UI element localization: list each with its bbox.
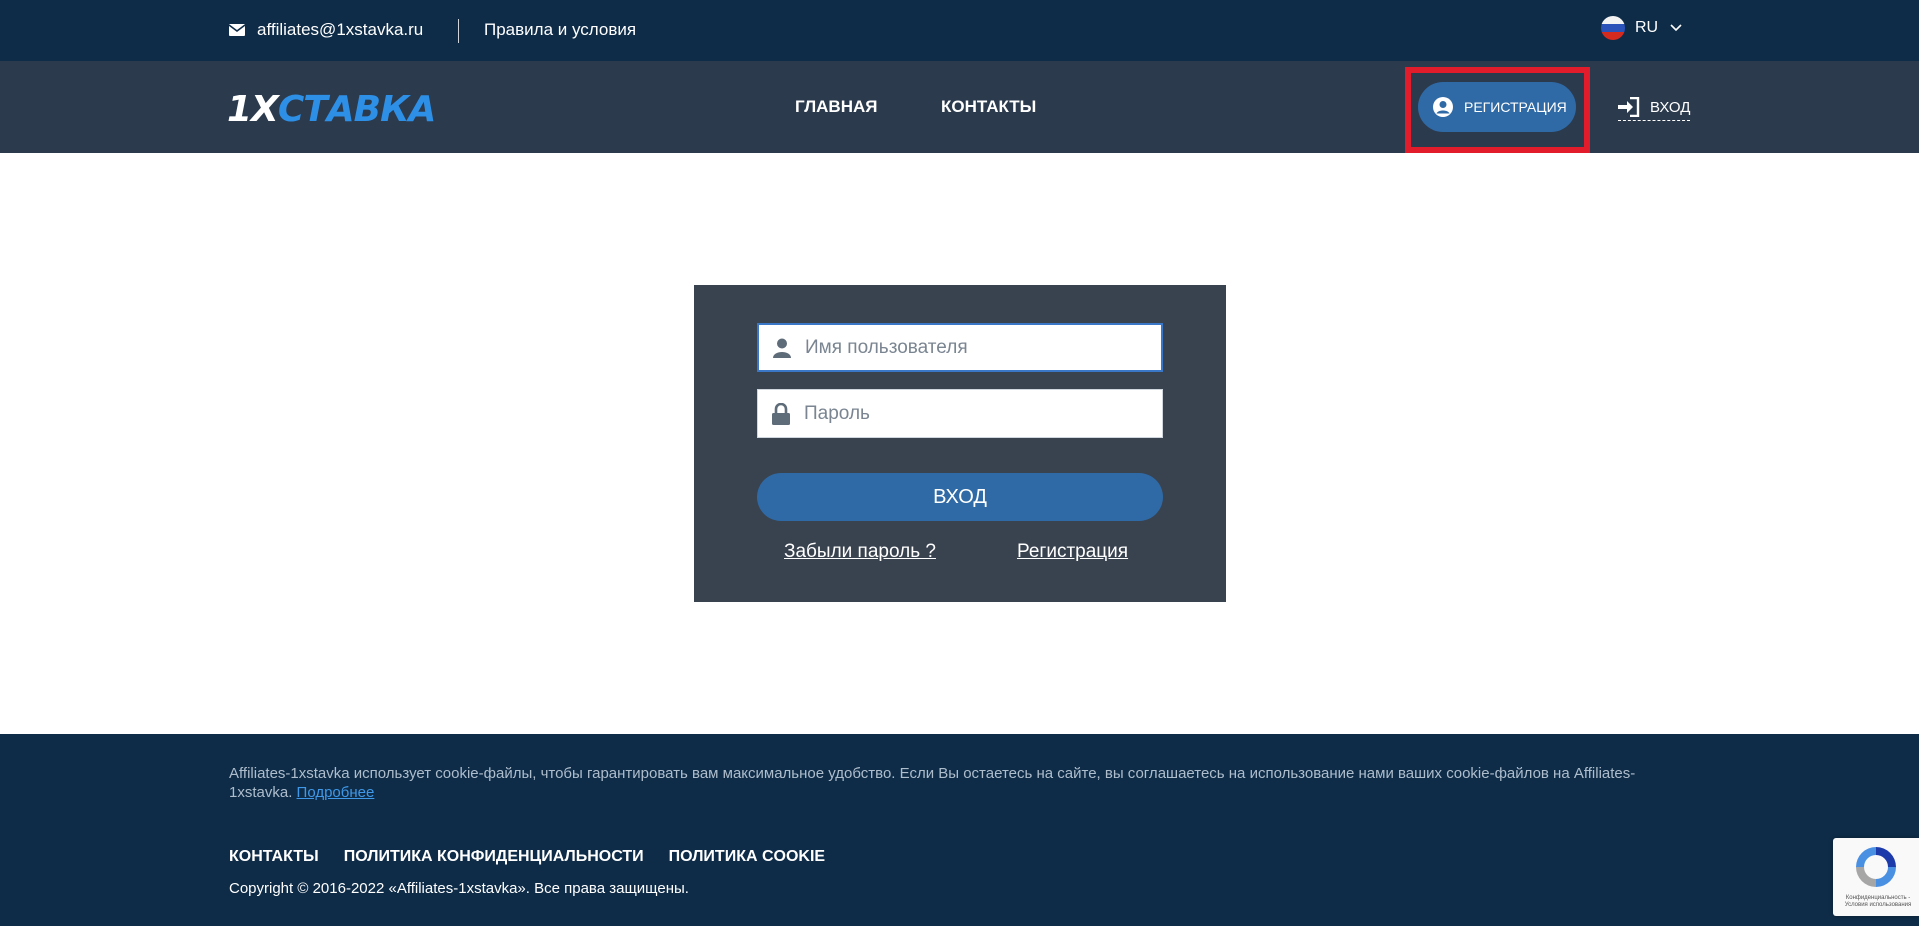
footer-link-cookie[interactable]: ПОЛИТИКА COOKIE (669, 848, 825, 866)
cookie-text: Affiliates-1xstavka использует cookie-фа… (229, 765, 1636, 801)
recaptcha-badge[interactable]: Конфиденциальность - Условия использован… (1833, 838, 1919, 916)
register-link[interactable]: Регистрация (1017, 541, 1128, 563)
language-label: RU (1635, 19, 1659, 36)
email-text: affiliates@1xstavka.ru (257, 20, 424, 39)
username-input[interactable] (805, 336, 1135, 359)
russia-flag-icon (1601, 16, 1625, 40)
sign-in-icon (1618, 97, 1640, 117)
footer: Affiliates-1xstavka использует cookie-фа… (0, 734, 1919, 926)
footer-link-privacy[interactable]: ПОЛИТИКА КОНФИДЕНЦИАЛЬНОСТИ (344, 848, 644, 866)
register-button[interactable]: РЕГИСТРАЦИЯ (1418, 82, 1576, 132)
register-label: РЕГИСТРАЦИЯ (1464, 99, 1567, 115)
user-circle-icon (1433, 97, 1453, 117)
login-label: ВХОД (1650, 98, 1691, 116)
recaptcha-icon (1856, 847, 1896, 887)
username-field[interactable] (757, 323, 1163, 372)
chevron-down-icon (1670, 24, 1682, 32)
footer-link-contacts[interactable]: КОНТАКТЫ (229, 848, 319, 866)
nav-home[interactable]: ГЛАВНАЯ (795, 97, 877, 117)
language-selector[interactable]: RU (1601, 16, 1682, 40)
rules-link[interactable]: Правила и условия (484, 20, 636, 40)
site-logo[interactable]: 1XСТАВКА (227, 89, 437, 130)
user-icon (773, 338, 791, 358)
login-form: ВХОД Забыли пароль ? Регистрация (694, 285, 1226, 602)
copyright: Copyright © 2016-2022 «Affiliates-1xstav… (229, 880, 689, 897)
forgot-password-link[interactable]: Забыли пароль ? (784, 541, 936, 563)
divider (458, 19, 459, 43)
envelope-icon (229, 24, 245, 36)
password-field[interactable] (757, 389, 1163, 438)
top-bar: affiliates@1xstavka.ru Правила и условия… (0, 0, 1919, 61)
contact-email[interactable]: affiliates@1xstavka.ru (229, 20, 423, 40)
header-login-link[interactable]: ВХОД (1618, 97, 1691, 121)
lock-icon (772, 402, 790, 425)
login-submit-button[interactable]: ВХОД (757, 473, 1163, 521)
password-input[interactable] (804, 402, 1134, 425)
cookie-more-link[interactable]: Подробнее (297, 784, 375, 801)
cookie-notice: Affiliates-1xstavka использует cookie-фа… (229, 764, 1669, 802)
logo-part-2: СТАВКА (277, 89, 437, 130)
footer-links: КОНТАКТЫ ПОЛИТИКА КОНФИДЕНЦИАЛЬНОСТИ ПОЛ… (229, 848, 825, 866)
nav-contacts[interactable]: КОНТАКТЫ (941, 97, 1036, 117)
logo-part-1: 1X (227, 89, 279, 130)
recaptcha-text: Конфиденциальность - Условия использован… (1844, 895, 1912, 908)
